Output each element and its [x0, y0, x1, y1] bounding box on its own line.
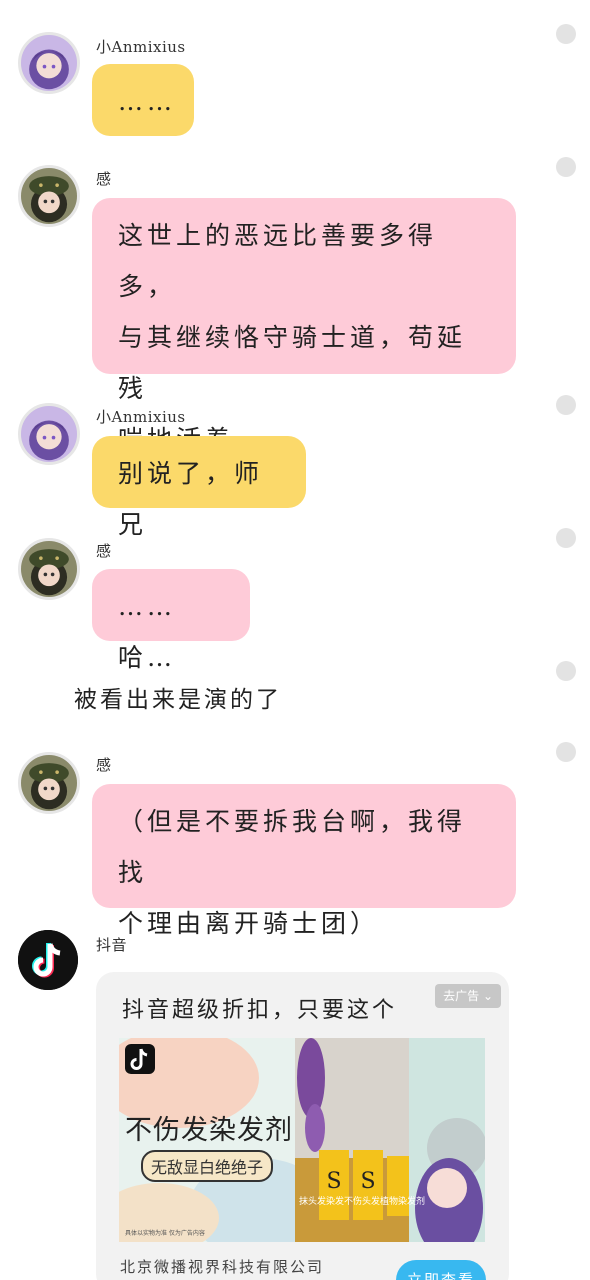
- ad-image-footnote: 具体以实物为准 仅为广告内容: [125, 1230, 205, 1237]
- svg-text:S: S: [360, 1169, 375, 1194]
- chat-bubble[interactable]: 别说了，师兄: [92, 436, 306, 539]
- avatar-purple-hair-girl[interactable]: [18, 403, 80, 465]
- sender-name: 抖音: [96, 936, 128, 954]
- beret-boy-avatar-icon: [21, 168, 77, 224]
- avatar-beret-boy[interactable]: [18, 752, 80, 814]
- more-options-icon[interactable]: [556, 742, 576, 762]
- chat-bubble[interactable]: ……哈…: [92, 569, 250, 672]
- bubble-line: （但是不要拆我台啊，我得找: [118, 807, 467, 887]
- purple-hair-girl-avatar-icon: [21, 406, 77, 462]
- chat-bubble[interactable]: （但是不要拆我台啊，我得找 个理由离开骑士团）: [92, 784, 516, 938]
- ad-image-subline: 无敌显白绝绝子: [141, 1150, 274, 1182]
- sender-name: 感: [96, 756, 112, 774]
- more-options-icon[interactable]: [556, 661, 576, 681]
- chat-bubble[interactable]: 这世上的恶远比善要多得多， 与其继续恪守骑士道，苟延残 喘地活着……: [92, 198, 516, 454]
- sender-name: 感: [96, 542, 112, 560]
- avatar-douyin[interactable]: [18, 930, 78, 990]
- beret-boy-avatar-icon: [21, 541, 77, 597]
- more-options-icon[interactable]: [556, 157, 576, 177]
- ad-image[interactable]: S S 不伤发染发剂 无敌显白绝绝子 抹头发染发不伤头发植物染发剂 具体以实物为…: [119, 1038, 485, 1242]
- ad-card[interactable]: 抖音超级折扣，只要这个 去广告 ⌄ S S 不伤发染发剂 无敌显白绝绝子 抹头发…: [96, 972, 509, 1280]
- ad-image-caption: 抹头发染发不伤头发植物染发剂: [299, 1197, 426, 1207]
- ad-image-headline: 不伤发染发剂: [125, 1115, 293, 1146]
- more-options-icon[interactable]: [556, 395, 576, 415]
- beret-boy-avatar-icon: [21, 755, 77, 811]
- sender-name: 感: [96, 170, 112, 188]
- avatar-purple-hair-girl[interactable]: [18, 32, 80, 94]
- view-now-button[interactable]: 立即查看: [396, 1260, 486, 1280]
- bubble-line: 个理由离开骑士团）: [118, 909, 380, 938]
- bubble-line: 这世上的恶远比善要多得多，: [118, 221, 438, 301]
- chat-bubble[interactable]: ……: [92, 64, 194, 136]
- remove-ad-button[interactable]: 去广告 ⌄: [435, 984, 501, 1008]
- more-options-icon[interactable]: [556, 528, 576, 548]
- more-options-icon[interactable]: [556, 24, 576, 44]
- avatar-beret-boy[interactable]: [18, 165, 80, 227]
- douyin-logo-icon: [18, 930, 78, 990]
- avatar-beret-boy[interactable]: [18, 538, 80, 600]
- sender-name: 小Anmixius: [96, 408, 186, 426]
- svg-text:S: S: [326, 1169, 341, 1194]
- bubble-line: 与其继续恪守骑士道，苟延残: [118, 323, 467, 403]
- ad-company: 北京微播视界科技有限公司: [120, 1258, 325, 1276]
- purple-hair-girl-avatar-icon: [21, 35, 77, 91]
- ad-title: 抖音超级折扣，只要这个: [122, 998, 398, 1023]
- sender-name: 小Anmixius: [96, 38, 186, 56]
- narration-text[interactable]: 被看出来是演的了: [74, 680, 282, 714]
